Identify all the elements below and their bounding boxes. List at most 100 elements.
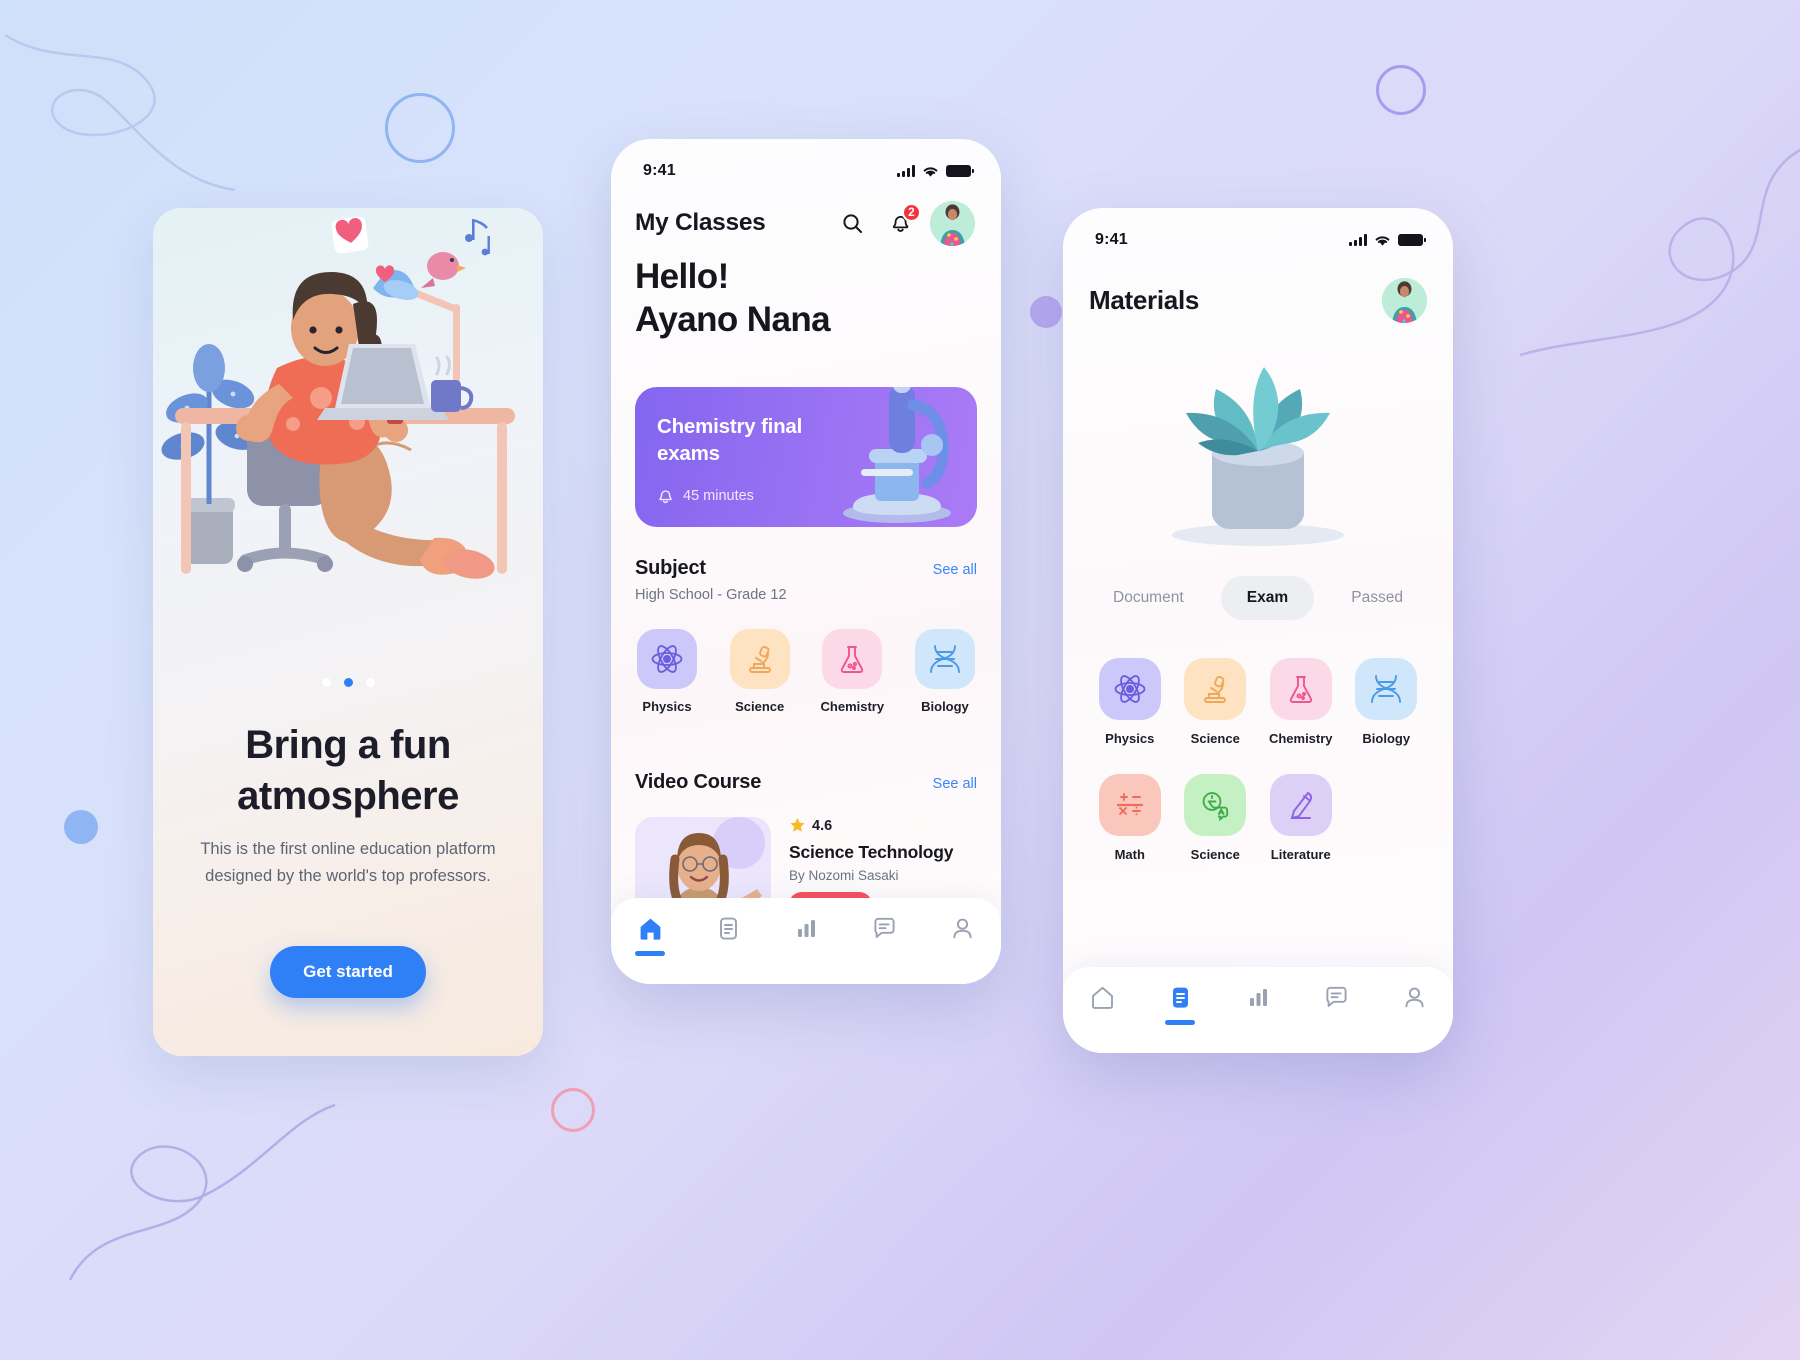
decor-ring-pink xyxy=(551,1088,595,1132)
battery-full-icon xyxy=(946,164,974,178)
subject-label: Science xyxy=(735,699,785,714)
phone-materials: 9:41 Materials Document Exam Passed Phys… xyxy=(1063,208,1453,1053)
rating-value: 4.6 xyxy=(812,817,833,834)
greeting-line-2: Ayano Nana xyxy=(635,300,831,340)
tab-exam[interactable]: Exam xyxy=(1220,576,1315,620)
material-item-math[interactable]: Math xyxy=(1098,774,1161,862)
chat-icon xyxy=(1325,986,1347,1007)
material-label: Biology xyxy=(1362,731,1411,746)
nav-indicator-placeholder xyxy=(869,951,899,956)
subject-see-all-link[interactable]: See all xyxy=(933,562,977,578)
plant-leaves xyxy=(1186,367,1330,456)
nav-item-document[interactable] xyxy=(1141,985,1219,1025)
chart-icon xyxy=(797,920,815,937)
chemistry-exam-banner[interactable]: Chemistry final exams 45 minutes xyxy=(635,387,977,527)
nav-indicator-placeholder xyxy=(1321,1020,1351,1025)
decor-swirl-top-left xyxy=(4,33,236,192)
onboarding-description: This is the first online education platf… xyxy=(200,840,496,885)
microscope-3d-illustration xyxy=(843,387,951,523)
nav-item-chat[interactable] xyxy=(845,916,923,956)
greeting: Hello! Ayano Nana xyxy=(635,255,831,341)
dna-icon xyxy=(914,629,975,689)
status-time: 9:41 xyxy=(1095,231,1128,248)
status-bar: 9:41 xyxy=(611,139,1001,191)
subject-section-title: Subject xyxy=(635,557,706,579)
wifi-icon xyxy=(1375,235,1390,246)
home-icon xyxy=(640,918,660,940)
nav-indicator-placeholder xyxy=(1243,1020,1273,1025)
home-icon xyxy=(1091,986,1113,1009)
notification-badge: 2 xyxy=(902,203,921,222)
subject-section-header: Subject See all xyxy=(635,557,977,580)
course-rating: 4.6 xyxy=(789,817,953,834)
notifications-button[interactable]: 2 xyxy=(883,203,921,240)
subject-item-chemistry[interactable]: Chemistry xyxy=(820,629,884,714)
avatar[interactable] xyxy=(930,200,975,246)
battery-full-icon xyxy=(1398,233,1426,247)
flask-icon xyxy=(1269,658,1332,720)
materials-header: Materials xyxy=(1089,278,1427,323)
pen-icon xyxy=(1269,774,1332,836)
star-icon xyxy=(790,818,805,832)
course-title: Science Technology xyxy=(789,842,954,862)
material-item-literature[interactable]: Literature xyxy=(1269,774,1332,862)
decor-dot-purple xyxy=(1030,296,1062,328)
material-item-science[interactable]: Science xyxy=(1184,658,1247,746)
chat-icon xyxy=(873,917,895,938)
get-started-button[interactable]: Get started xyxy=(270,946,426,998)
document-icon xyxy=(719,917,737,940)
material-item-chemistry[interactable]: Chemistry xyxy=(1269,658,1333,746)
greeting-line-1: Hello! xyxy=(635,257,729,296)
tab-document[interactable]: Document xyxy=(1087,576,1210,620)
nav-item-home[interactable] xyxy=(1063,985,1141,1025)
page-title: Materials xyxy=(1089,285,1200,315)
onboarding-pagination[interactable] xyxy=(153,678,543,687)
nav-item-profile[interactable] xyxy=(1375,985,1453,1025)
material-item-biology[interactable]: Biology xyxy=(1355,658,1418,746)
plant-illustration xyxy=(161,344,259,564)
course-author: By Nozomi Sasaki xyxy=(789,868,899,883)
subject-item-physics[interactable]: Physics xyxy=(635,629,699,714)
nav-item-chart[interactable] xyxy=(767,916,845,956)
pagination-dot-2[interactable] xyxy=(343,678,353,687)
microscope-icon xyxy=(729,629,790,689)
avatar[interactable] xyxy=(1382,278,1427,323)
page-title: My Classes xyxy=(635,209,766,236)
bottom-navigation xyxy=(611,898,1001,984)
nav-item-chart[interactable] xyxy=(1219,985,1297,1025)
wifi-icon xyxy=(923,166,938,177)
nav-active-indicator xyxy=(635,951,665,956)
nav-indicator-placeholder xyxy=(1399,1020,1429,1025)
bell-icon xyxy=(659,490,672,504)
chart-icon xyxy=(1249,989,1267,1006)
coffee-mug xyxy=(431,355,474,412)
subject-item-biology[interactable]: Biology xyxy=(913,629,977,714)
profile-icon xyxy=(952,918,972,939)
cellular-bars-icon xyxy=(1349,234,1367,246)
material-label: Physics xyxy=(1105,731,1155,746)
status-bar: 9:41 xyxy=(1063,208,1453,260)
nav-item-chat[interactable] xyxy=(1297,985,1375,1025)
material-item-science-language[interactable]: Science xyxy=(1184,774,1247,862)
materials-tabs: Document Exam Passed xyxy=(1087,576,1429,620)
video-see-all-link[interactable]: See all xyxy=(933,776,977,792)
nav-item-profile[interactable] xyxy=(923,916,1001,956)
onboarding-title: Bring a fun atmosphere xyxy=(237,723,459,818)
decor-ring-purple xyxy=(1376,65,1426,115)
dna-icon xyxy=(1355,658,1418,720)
pagination-dot-3[interactable] xyxy=(365,678,375,687)
atom-icon xyxy=(637,629,697,689)
search-icon[interactable] xyxy=(835,206,869,240)
decor-swirl-bottom-left xyxy=(68,1103,336,1281)
nav-item-document[interactable] xyxy=(689,916,767,956)
subject-item-science[interactable]: Science xyxy=(728,629,792,714)
nav-item-home[interactable] xyxy=(611,916,689,956)
material-item-physics[interactable]: Physics xyxy=(1098,658,1161,746)
flask-icon xyxy=(822,629,883,689)
tab-passed[interactable]: Passed xyxy=(1325,576,1429,620)
potted-plant-3d-illustration xyxy=(1172,367,1344,546)
material-label: Literature xyxy=(1270,847,1331,862)
music-notes xyxy=(465,218,490,256)
pagination-dot-1[interactable] xyxy=(321,678,331,687)
banner-meta: 45 minutes xyxy=(657,487,754,505)
